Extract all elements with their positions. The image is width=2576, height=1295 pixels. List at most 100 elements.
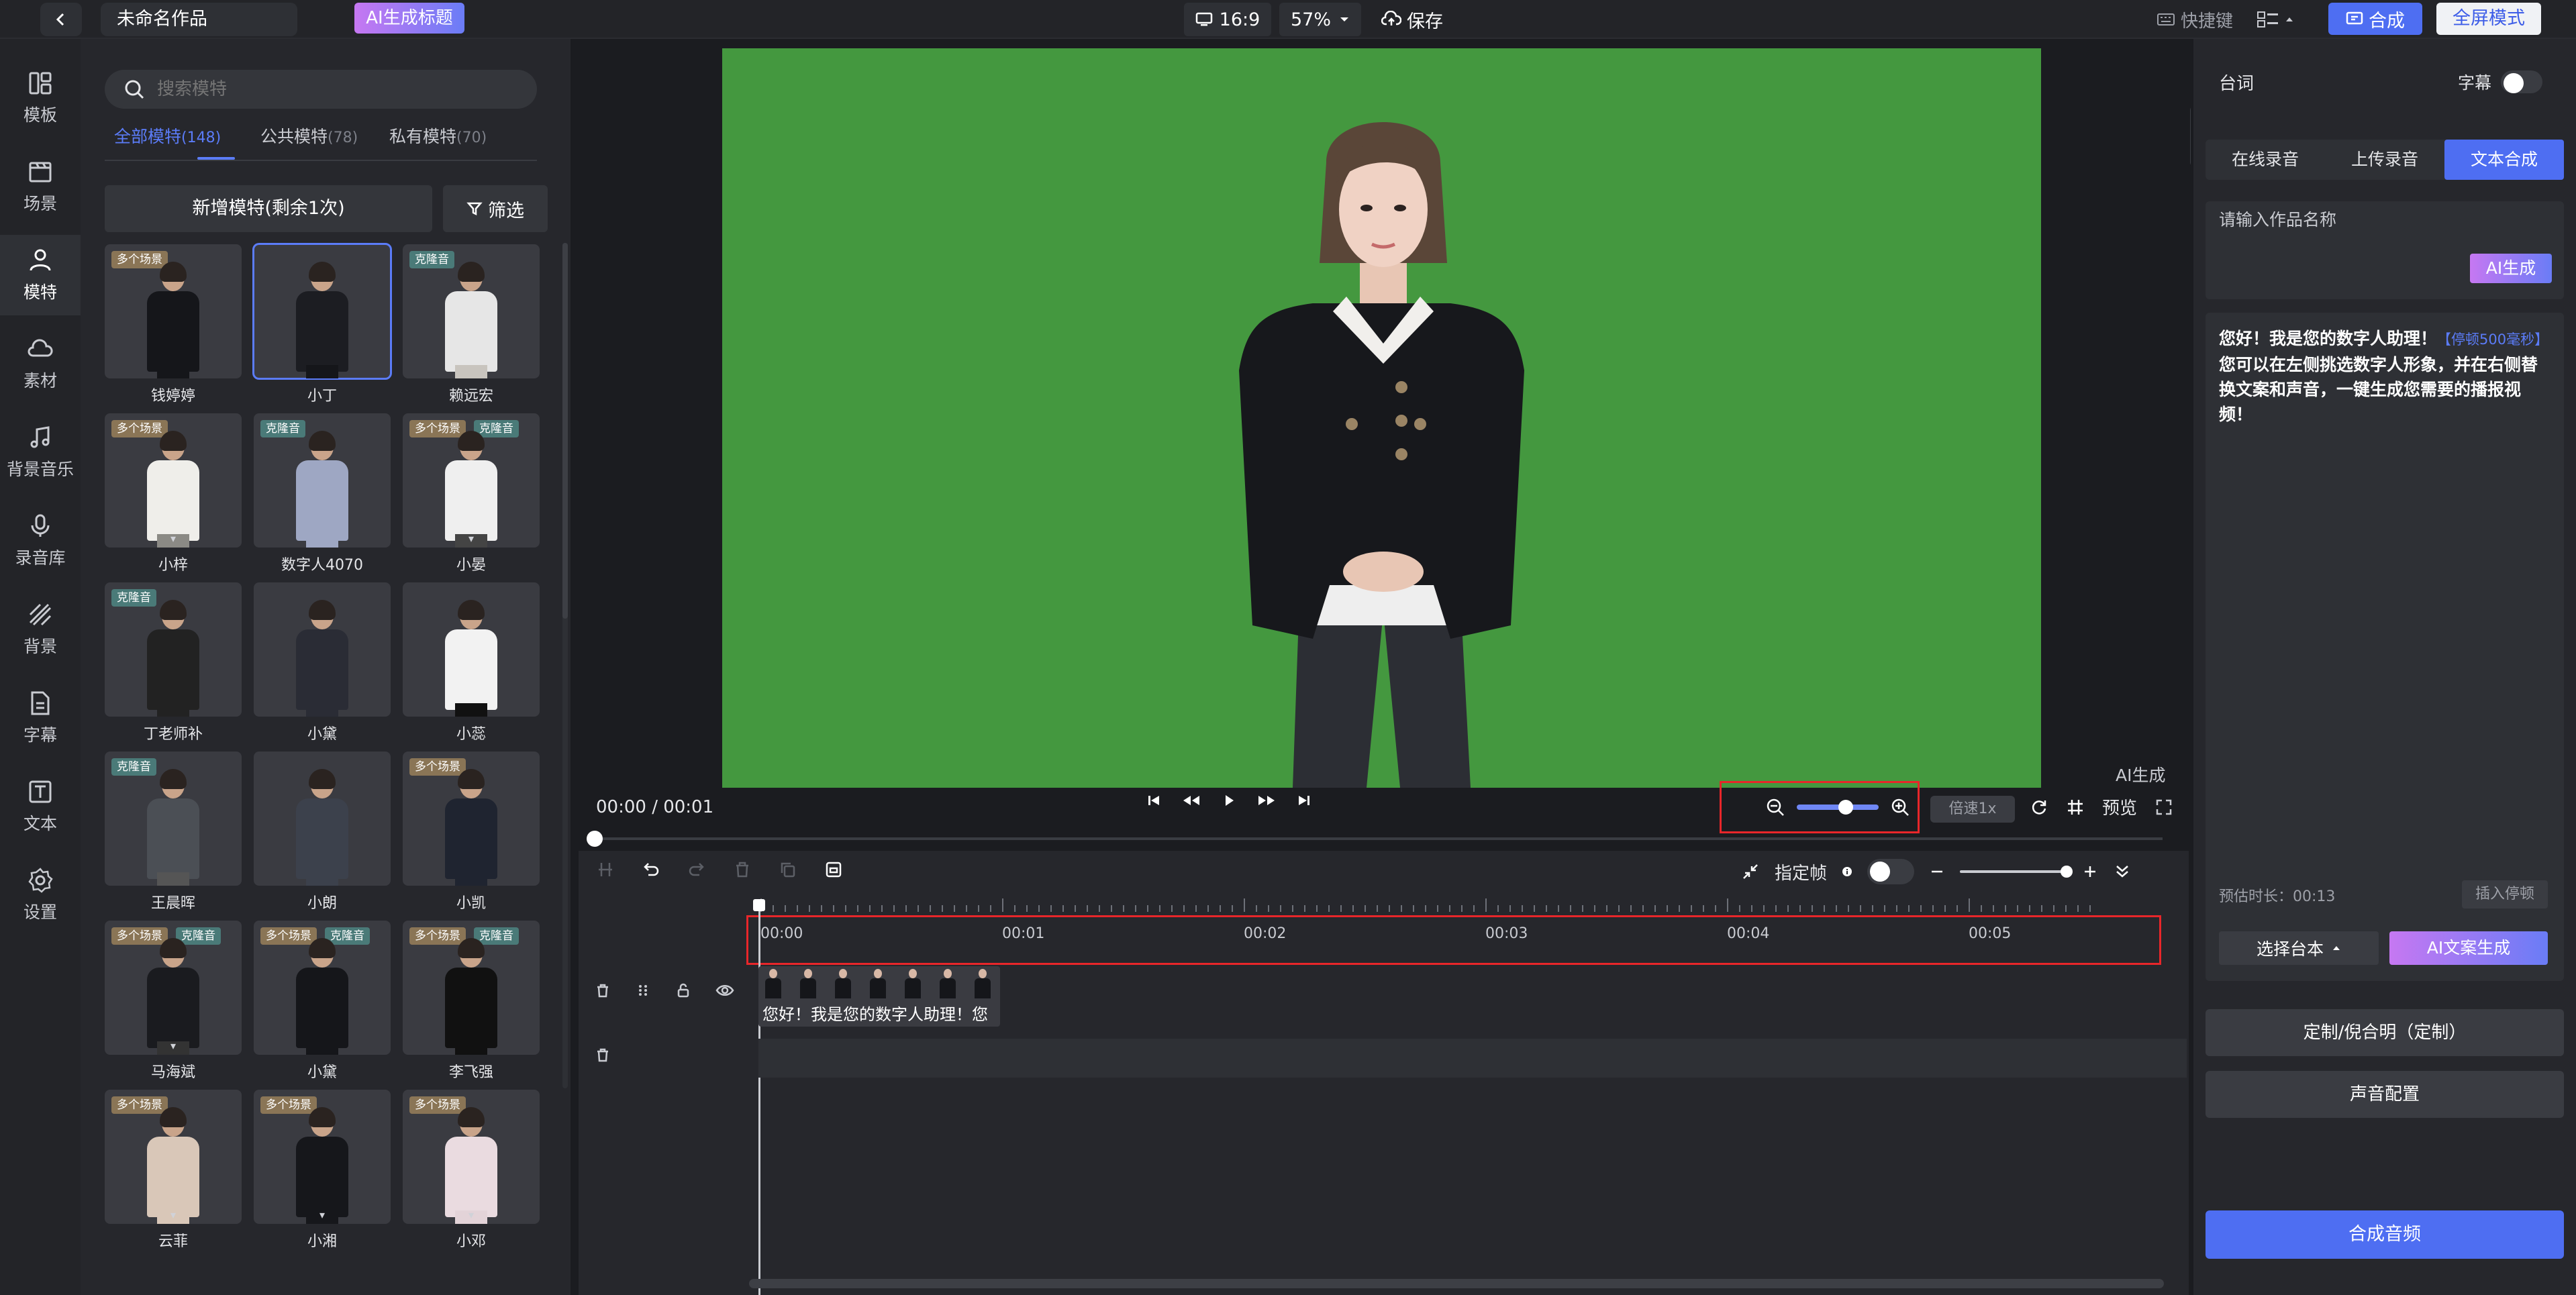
ai-generate-name-button[interactable]: AI生成 bbox=[2470, 254, 2552, 283]
playback-progress-knob[interactable] bbox=[587, 831, 603, 847]
expand-scenes-icon[interactable]: ▾ bbox=[170, 1208, 176, 1221]
nav-item-model[interactable]: 模特 bbox=[0, 235, 81, 315]
trash-icon[interactable] bbox=[595, 1047, 611, 1063]
back-button[interactable] bbox=[40, 3, 82, 36]
model-card[interactable] bbox=[403, 582, 540, 717]
playback-progress-bar[interactable] bbox=[595, 837, 2163, 840]
undo-icon[interactable] bbox=[642, 860, 660, 879]
model-card[interactable]: 克隆音 bbox=[403, 244, 540, 378]
fullscreen-mode-button[interactable]: 全屏模式 bbox=[2436, 3, 2541, 35]
model-card[interactable] bbox=[254, 752, 391, 886]
collapse-arrows-icon[interactable] bbox=[1741, 862, 1760, 881]
expand-scenes-icon[interactable]: ▾ bbox=[319, 1208, 325, 1221]
expand-scenes-icon[interactable]: ▾ bbox=[468, 532, 474, 545]
nav-item-scene[interactable]: 场景 bbox=[0, 146, 81, 227]
model-card[interactable]: 多个场景 ▾ bbox=[105, 1090, 242, 1224]
keyframe-label[interactable]: 指定帧 bbox=[1775, 860, 1827, 884]
model-card[interactable]: 多个场景 ▾ bbox=[403, 1090, 540, 1224]
add-model-button[interactable]: 新增模特(剩余1次) bbox=[105, 185, 432, 232]
keyframe-toggle[interactable] bbox=[1867, 859, 1915, 884]
model-card[interactable]: 克隆音 bbox=[105, 582, 242, 717]
model-card[interactable]: 多个场景 克隆音 ▾ bbox=[403, 413, 540, 548]
compose-button[interactable]: 合成 bbox=[2328, 3, 2422, 35]
nav-item-background[interactable]: 背景 bbox=[0, 589, 81, 670]
ai-title-button[interactable]: AI生成标题 bbox=[354, 3, 464, 34]
save-frame-icon[interactable] bbox=[824, 860, 843, 879]
tab-public-models[interactable]: 公共模特(78) bbox=[260, 123, 358, 148]
expand-scenes-icon[interactable]: ▾ bbox=[170, 532, 176, 545]
fast-forward-icon[interactable] bbox=[1256, 793, 1277, 808]
model-card[interactable]: 多个场景 ▾ bbox=[105, 413, 242, 548]
timeline-zoom-slider[interactable] bbox=[1960, 866, 2073, 878]
tab-all-models[interactable]: 全部模特(148) bbox=[114, 123, 221, 148]
zoom-selector[interactable]: 57% bbox=[1279, 3, 1361, 36]
delete-icon[interactable] bbox=[733, 860, 752, 879]
model-list-scroll-thumb[interactable] bbox=[562, 243, 568, 619]
model-search[interactable] bbox=[105, 70, 537, 109]
grid-icon[interactable] bbox=[2066, 798, 2085, 817]
split-icon[interactable] bbox=[596, 860, 615, 879]
model-card[interactable]: 多个场景 克隆音 ▾ bbox=[105, 921, 242, 1055]
nav-item-settings[interactable]: 设置 bbox=[0, 855, 81, 935]
timeline-horizontal-scrollbar[interactable] bbox=[749, 1279, 2164, 1288]
compose-audio-button[interactable]: 合成音频 bbox=[2206, 1210, 2564, 1259]
aspect-ratio-selector[interactable]: 16:9 bbox=[1184, 3, 1271, 36]
playhead-handle[interactable] bbox=[753, 899, 765, 911]
plus-icon[interactable] bbox=[2082, 864, 2098, 880]
expand-scenes-icon[interactable]: ▾ bbox=[170, 1039, 176, 1052]
redo-icon[interactable] bbox=[687, 860, 706, 879]
save-button[interactable]: 保存 bbox=[1381, 4, 1443, 35]
play-icon[interactable] bbox=[1222, 793, 1236, 808]
project-title[interactable]: 未命名作品 bbox=[101, 3, 297, 36]
skip-to-end-icon[interactable] bbox=[1297, 793, 1311, 808]
insert-pause-button[interactable]: 插入停顿 bbox=[2462, 880, 2548, 909]
eye-icon[interactable] bbox=[715, 982, 734, 998]
playhead-line[interactable] bbox=[758, 900, 760, 1295]
zoom-out-icon[interactable] bbox=[1766, 798, 1785, 817]
ai-copywriting-button[interactable]: AI文案生成 bbox=[2389, 931, 2548, 965]
script-text[interactable]: 您好！我是您的数字人助理！【停顿500毫秒】您可以在左侧挑选数字人形象，并在右侧… bbox=[2219, 326, 2550, 427]
model-card[interactable]: 克隆音 bbox=[254, 413, 391, 548]
skip-to-start-icon[interactable] bbox=[1146, 793, 1161, 808]
tab-online-recording[interactable]: 在线录音 bbox=[2206, 140, 2325, 180]
pause-tag[interactable]: 【停顿500毫秒】 bbox=[2437, 331, 2548, 348]
work-name-input[interactable]: 请输入作品名称 bbox=[2206, 201, 2564, 299]
timeline-ruler[interactable]: 00:00 00:01 00:02 00:03 00:04 00:05 bbox=[746, 898, 2161, 965]
zoom-slider-knob[interactable] bbox=[1838, 800, 1853, 815]
playback-speed-button[interactable]: 倍速1x bbox=[1930, 796, 2015, 823]
subtitle-toggle[interactable] bbox=[2501, 70, 2543, 93]
timeline-video-clip[interactable]: 您好！我是您的数字人助理！您 bbox=[758, 966, 1000, 1027]
model-card[interactable]: 克隆音 bbox=[105, 752, 242, 886]
copy-icon[interactable] bbox=[779, 860, 797, 879]
model-card[interactable] bbox=[254, 582, 391, 717]
model-card[interactable]: 多个场景 ▾ bbox=[254, 1090, 391, 1224]
preview-button[interactable]: 预览 bbox=[2102, 794, 2137, 819]
model-card[interactable]: 多个场景 bbox=[105, 244, 242, 378]
video-canvas[interactable] bbox=[722, 48, 2041, 788]
tab-private-models[interactable]: 私有模特(70) bbox=[389, 123, 487, 148]
double-chevron-down-icon[interactable] bbox=[2113, 862, 2132, 881]
nav-item-subtitle[interactable]: 字幕 bbox=[0, 678, 81, 758]
loop-icon[interactable] bbox=[2030, 798, 2048, 817]
model-card[interactable]: 多个场景 克隆音 bbox=[254, 921, 391, 1055]
model-card[interactable]: 多个场景 克隆音 bbox=[403, 921, 540, 1055]
drag-handle-icon[interactable] bbox=[635, 982, 651, 998]
search-input[interactable] bbox=[157, 79, 519, 99]
nav-item-music[interactable]: 背景音乐 bbox=[0, 412, 81, 493]
nav-item-text[interactable]: 文本 bbox=[0, 766, 81, 847]
tab-upload-recording[interactable]: 上传录音 bbox=[2325, 140, 2444, 180]
expand-icon[interactable] bbox=[2154, 798, 2173, 817]
info-icon[interactable] bbox=[1842, 866, 1852, 877]
lock-icon[interactable] bbox=[675, 982, 691, 998]
choose-script-button[interactable]: 选择台本 bbox=[2219, 931, 2379, 965]
script-editor[interactable]: 您好！我是您的数字人助理！【停顿500毫秒】您可以在左侧挑选数字人形象，并在右侧… bbox=[2206, 313, 2564, 981]
tab-text-synthesis[interactable]: 文本合成 bbox=[2444, 140, 2564, 180]
rewind-icon[interactable] bbox=[1181, 793, 1201, 808]
model-card[interactable] bbox=[252, 243, 392, 380]
expand-scenes-icon[interactable]: ▾ bbox=[468, 1208, 474, 1221]
custom-voice-button[interactable]: 定制/倪合明（定制） bbox=[2206, 1009, 2564, 1056]
nav-item-template[interactable]: 模板 bbox=[0, 58, 81, 138]
model-card[interactable]: 多个场景 bbox=[403, 752, 540, 886]
canvas-zoom-slider[interactable] bbox=[1797, 800, 1879, 815]
timeline-zoom-knob[interactable] bbox=[2061, 866, 2073, 878]
